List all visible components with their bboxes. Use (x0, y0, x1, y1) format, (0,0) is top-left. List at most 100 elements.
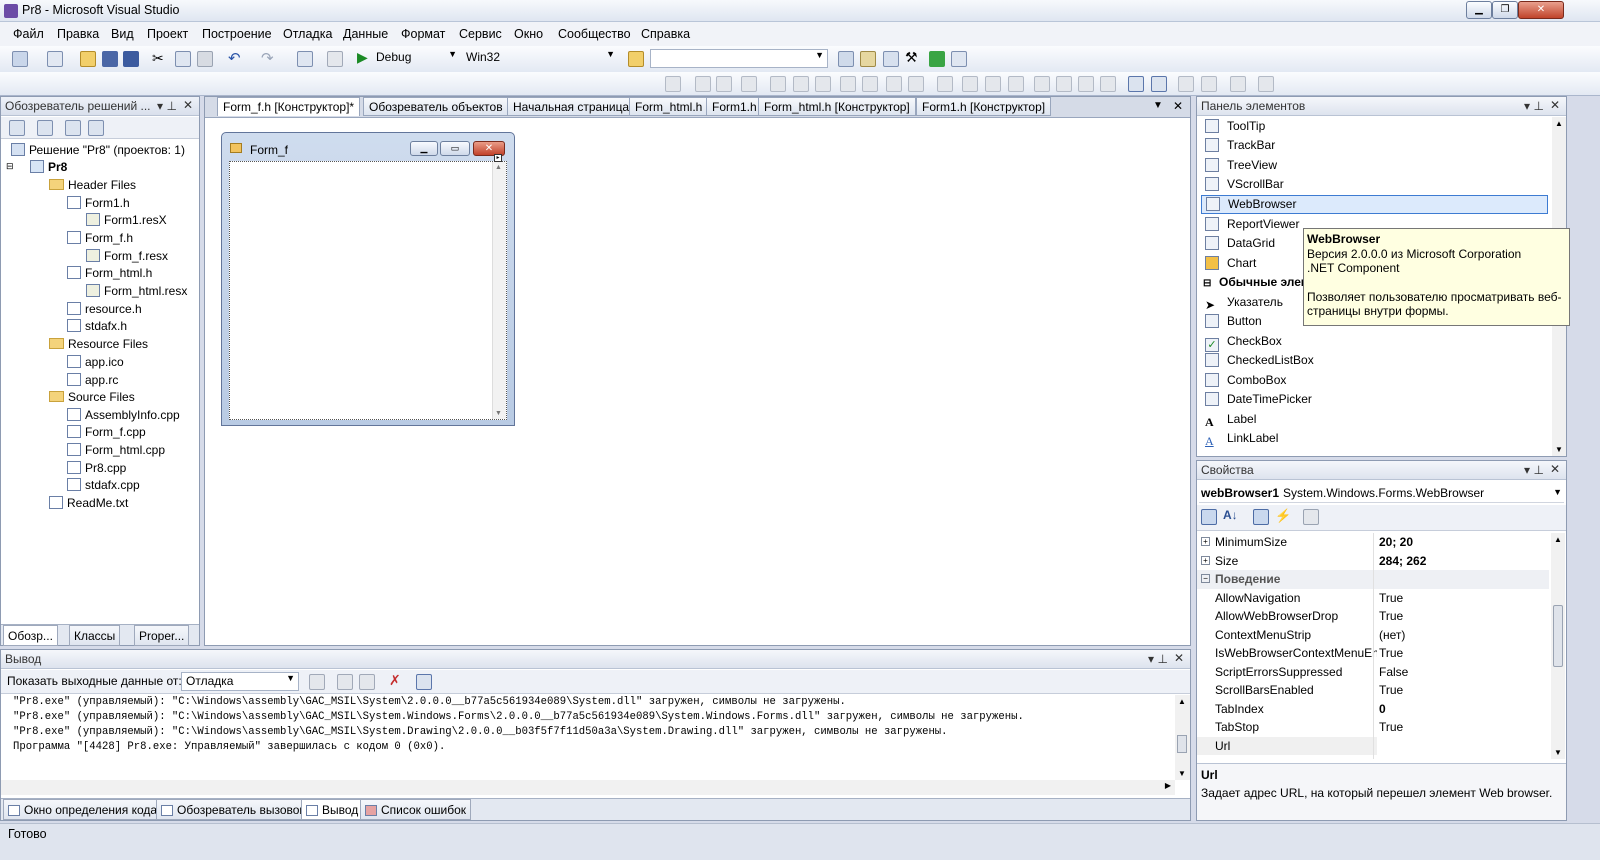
properties-scrollbar[interactable]: ▲ ▼ (1551, 533, 1565, 759)
tree-file[interactable]: resource.h (67, 302, 142, 316)
close-panel-icon[interactable]: ✕ (1174, 651, 1184, 665)
tab-form-f-designer[interactable]: Form_f.h [Конструктор]* (217, 97, 361, 116)
tree-file[interactable]: AssemblyInfo.cpp (67, 408, 180, 422)
menu-project[interactable]: Проект (147, 27, 188, 41)
view-class-diagram-icon[interactable] (88, 120, 104, 136)
toolbox-item-linklabel[interactable]: A LinkLabel (1205, 431, 1278, 448)
tab-form1-h[interactable]: Form1.h (706, 97, 763, 116)
tab-form1-designer[interactable]: Form1.h [Конструктор] (916, 97, 1052, 116)
scroll-right-icon[interactable]: ▶ (1165, 781, 1171, 790)
layout-align-icon[interactable] (1151, 76, 1167, 92)
tree-file[interactable]: Pr8.cpp (67, 461, 126, 475)
layout-align-icon[interactable] (793, 76, 809, 92)
tree-file[interactable]: Form1.h (67, 196, 130, 210)
start-debug-icon[interactable]: ▶ (357, 49, 368, 66)
layout-align-icon[interactable] (665, 76, 681, 92)
layout-align-icon[interactable] (815, 76, 831, 92)
menu-debug[interactable]: Отладка (283, 27, 332, 41)
layout-align-icon[interactable] (1034, 76, 1050, 92)
minimize-button[interactable]: ▁ (1466, 1, 1492, 19)
layout-align-icon[interactable] (908, 76, 924, 92)
form-minimize-button[interactable]: ▁ (410, 141, 438, 156)
output-source-combo[interactable]: Отладка ▼ (181, 672, 299, 691)
restore-button[interactable]: ❐ (1492, 1, 1518, 19)
chevron-down-icon[interactable]: ▼ (1553, 487, 1562, 497)
save-icon[interactable] (102, 51, 118, 67)
layout-align-icon[interactable] (741, 76, 757, 92)
tree-file[interactable]: Form_html.cpp (67, 443, 165, 457)
toolbox-item-tooltip[interactable]: ToolTip (1205, 119, 1265, 133)
tree-folder-header-files[interactable]: Header Files (49, 178, 136, 192)
toolbox-item-checkbox[interactable]: ✓ CheckBox (1205, 334, 1282, 352)
tab-output[interactable]: Вывод (301, 799, 364, 820)
other-windows-icon[interactable] (951, 51, 967, 67)
tree-file[interactable]: stdafx.h (67, 319, 127, 333)
menu-tools[interactable]: Сервис (459, 27, 502, 41)
toolbox-group-common[interactable]: ⊟ Обычные элем (1203, 275, 1310, 289)
tree-file[interactable]: Form_html.resx (86, 284, 187, 298)
property-pages-icon[interactable] (1303, 509, 1319, 525)
form-maximize-button[interactable]: ▭ (440, 141, 470, 156)
categorized-icon[interactable] (1201, 509, 1217, 525)
tree-file[interactable]: Form1.resX (86, 213, 167, 227)
toolbox-item-vscrollbar[interactable]: VScrollBar (1205, 177, 1284, 191)
layout-align-icon[interactable] (862, 76, 878, 92)
start-page-icon[interactable] (929, 51, 945, 67)
menu-format[interactable]: Формат (401, 27, 445, 41)
menu-community[interactable]: Сообщество (558, 27, 631, 41)
tree-file[interactable]: Form_f.cpp (67, 425, 146, 439)
scroll-thumb[interactable] (1553, 605, 1563, 667)
find-combo[interactable]: ▼ (650, 49, 828, 68)
pin-icon[interactable]: ⊥ (167, 99, 177, 113)
scroll-down-icon[interactable]: ▼ (1178, 769, 1186, 778)
toolbox-item-checkedlistbox[interactable]: CheckedListBox (1205, 353, 1314, 367)
toolbox-icon[interactable]: ⚒ (905, 49, 918, 66)
find-in-files-icon[interactable] (628, 51, 644, 67)
layout-align-icon[interactable] (1230, 76, 1246, 92)
toolbox-item-reportviewer[interactable]: ReportViewer (1205, 217, 1299, 231)
redo-icon[interactable]: ↷ (261, 49, 274, 67)
pin-dropdown-icon[interactable]: ▾ (1524, 99, 1530, 113)
tab-list-dropdown-icon[interactable]: ▼ (1153, 100, 1163, 111)
designer-form[interactable]: Form_f ▁ ▭ ✕ ▲ ▼ ▸ (221, 132, 515, 426)
clear-all-icon[interactable]: ✗ (389, 672, 401, 689)
navigate-icon[interactable] (297, 51, 313, 67)
pin-icon[interactable]: ⊥ (1534, 463, 1544, 477)
tree-file[interactable]: app.ico (67, 355, 124, 369)
tab-code-definition[interactable]: Окно определения кода (3, 799, 163, 820)
solution-explorer-icon[interactable] (838, 51, 854, 67)
layout-align-icon[interactable] (1056, 76, 1072, 92)
layout-align-icon[interactable] (716, 76, 732, 92)
pin-dropdown-icon[interactable]: ▾ (157, 99, 163, 113)
nav-forward-icon[interactable] (327, 51, 343, 67)
tree-folder-resource-files[interactable]: Resource Files (49, 337, 148, 351)
pin-icon[interactable]: ⊥ (1534, 99, 1544, 113)
tree-file[interactable]: ReadMe.txt (49, 496, 128, 510)
tab-call-browser[interactable]: Обозреватель вызовов (156, 799, 311, 820)
layout-align-icon[interactable] (1008, 76, 1024, 92)
toolbox-item-datetimepicker[interactable]: DateTimePicker (1205, 392, 1312, 406)
layout-align-icon[interactable] (1258, 76, 1274, 92)
toolbox-item-button[interactable]: Button (1205, 314, 1262, 328)
layout-align-icon[interactable] (840, 76, 856, 92)
webbrowser-control[interactable]: ▲ ▼ (229, 161, 507, 420)
toolbox-item-webbrowser[interactable]: WebBrowser (1201, 195, 1548, 214)
cut-icon[interactable]: ✂ (152, 50, 164, 67)
menu-data[interactable]: Данные (343, 27, 388, 41)
object-browser-icon[interactable] (883, 51, 899, 67)
collapse-toggle[interactable]: ⊟ (6, 161, 14, 172)
paste-icon[interactable] (197, 51, 213, 67)
output-hscrollbar[interactable]: ▶ (1, 780, 1175, 795)
layout-align-icon[interactable] (886, 76, 902, 92)
pin-dropdown-icon[interactable]: ▾ (1524, 463, 1530, 477)
save-all-icon[interactable] (123, 51, 139, 67)
layout-align-icon[interactable] (1100, 76, 1116, 92)
toolbox-item-pointer[interactable]: ➤ Указатель (1205, 295, 1283, 312)
scroll-up-icon[interactable]: ▲ (1178, 697, 1186, 706)
toolbox-item-treeview[interactable]: TreeView (1205, 158, 1277, 172)
toolbox-item-combobox[interactable]: ComboBox (1205, 373, 1286, 387)
layout-align-icon[interactable] (695, 76, 711, 92)
close-document-icon[interactable]: ✕ (1173, 99, 1183, 113)
scroll-down-icon[interactable]: ▼ (495, 410, 502, 417)
properties-view-icon[interactable] (1253, 509, 1269, 525)
